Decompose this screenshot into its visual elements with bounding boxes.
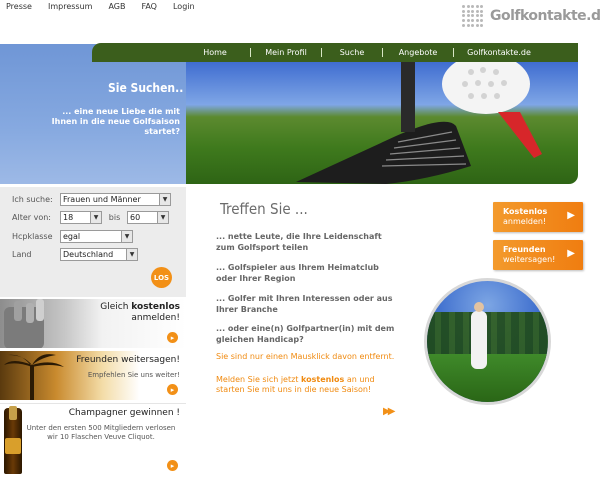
search-row-gender: Ich suche: Frauen und Männer ▼: [12, 193, 171, 206]
country-select[interactable]: Deutschland ▼: [60, 248, 138, 261]
logo-dots-icon: [462, 5, 484, 27]
promo-signup[interactable]: Gleich kostenlos anmelden! ▸: [0, 298, 186, 348]
nav-suche[interactable]: Suche: [322, 48, 382, 57]
center-title: Treffen Sie ...: [220, 200, 308, 218]
golfer-photo: [424, 278, 551, 405]
age-from-select[interactable]: 18 ▼: [60, 211, 102, 224]
nav-mein-profil[interactable]: Mein Profil: [251, 48, 321, 57]
main-nav: Home Mein Profil Suche Angebote Golfkont…: [92, 43, 578, 62]
promo-champagne[interactable]: Champagner gewinnen ! Unter den ersten 5…: [0, 403, 186, 478]
search-row-country: Land Deutschland ▼: [12, 248, 138, 261]
gender-select[interactable]: Frauen und Männer ▼: [60, 193, 171, 206]
agb-link[interactable]: AGB: [108, 2, 125, 11]
golfer-figure: [471, 302, 487, 369]
tell-friends-button[interactable]: Freunden weitersagen! ▶: [493, 240, 583, 270]
search-row-age: Alter von: 18 ▼ bis 60 ▼: [12, 211, 169, 224]
promo-champagne-desc: Unter den ersten 500 Mitgliedern verlose…: [26, 424, 176, 441]
chevron-down-icon: ▼: [126, 249, 137, 260]
chevron-right-icon: ▶: [567, 210, 575, 221]
chevron-down-icon: ▼: [159, 194, 170, 205]
promo-recommend-sub: Empfehlen Sie uns weiter!: [87, 371, 180, 379]
top-utility-nav: Presse Impressum AGB FAQ Login: [6, 2, 195, 11]
chevron-right-icon: ▶: [567, 248, 575, 259]
search-label-country: Land: [12, 250, 32, 259]
logo-text: Golfkontakte.de: [490, 8, 600, 24]
nav-angebote[interactable]: Angebote: [383, 48, 453, 57]
golf-bag-icon: [4, 299, 44, 348]
palm-tree-icon: [4, 354, 64, 400]
hero-banner: Sie Suchen.. ... eine neue Liebe die mit…: [0, 44, 578, 184]
feature-item: ... nette Leute, die Ihre Leidenschaft z…: [216, 232, 382, 252]
signup-free-button[interactable]: Kostenlos anmelden! ▶: [493, 202, 583, 232]
golf-driver-ball-illustration: [296, 54, 542, 184]
hcp-select[interactable]: egal ▼: [60, 230, 133, 243]
age-range-separator: bis: [108, 213, 121, 222]
promo-signup-text: Gleich kostenlos anmelden!: [100, 302, 180, 323]
hero-subtitle: ... eine neue Liebe die mit Ihnen in die…: [51, 107, 180, 136]
chevron-down-icon: ▼: [121, 231, 132, 242]
presse-link[interactable]: Presse: [6, 2, 32, 11]
search-label-hcp: Hcpklasse: [12, 232, 53, 241]
feature-item: ... Golfspieler aus Ihrem Heimatclub ode…: [216, 263, 379, 283]
search-label-gender: Ich suche:: [12, 195, 53, 204]
double-chevron-icon[interactable]: ▶▶: [383, 406, 396, 417]
arrow-right-icon[interactable]: ▸: [167, 460, 178, 471]
promo-recommend-title: Freunden weitersagen!: [76, 355, 180, 365]
age-to-select[interactable]: 60 ▼: [127, 211, 169, 224]
feature-item: ... Golfer mit Ihren Interessen oder aus…: [216, 294, 393, 314]
chevron-down-icon: ▼: [90, 212, 101, 223]
champagne-bottle-icon: [4, 406, 22, 474]
chevron-down-icon: ▼: [157, 212, 168, 223]
arrow-right-icon[interactable]: ▸: [167, 384, 178, 395]
nav-golfkontakte[interactable]: Golfkontakte.de: [454, 48, 544, 57]
impressum-link[interactable]: Impressum: [48, 2, 92, 11]
faq-link[interactable]: FAQ: [141, 2, 157, 11]
cta-signup-text: Melden Sie sich jetzt kostenlos an und s…: [216, 375, 375, 394]
feature-item: ... oder eine(n) Golfpartner(in) mit dem…: [216, 324, 395, 344]
cta-text: Sie sind nur einen Mausklick davon entfe…: [216, 352, 395, 361]
hero-golf-image: [186, 54, 578, 184]
login-link[interactable]: Login: [173, 2, 195, 11]
nav-home[interactable]: Home: [190, 48, 240, 57]
promo-recommend[interactable]: Freunden weitersagen! Empfehlen Sie uns …: [0, 350, 186, 400]
search-row-hcp: Hcpklasse egal ▼: [12, 230, 133, 243]
search-label-age: Alter von:: [12, 213, 51, 222]
arrow-right-icon[interactable]: ▸: [167, 332, 178, 343]
search-submit-button[interactable]: LOS: [151, 267, 172, 288]
hero-title: Sie Suchen..: [108, 81, 184, 95]
promo-champagne-title: Champagner gewinnen !: [68, 408, 180, 418]
site-logo[interactable]: Golfkontakte.de: [462, 5, 600, 27]
